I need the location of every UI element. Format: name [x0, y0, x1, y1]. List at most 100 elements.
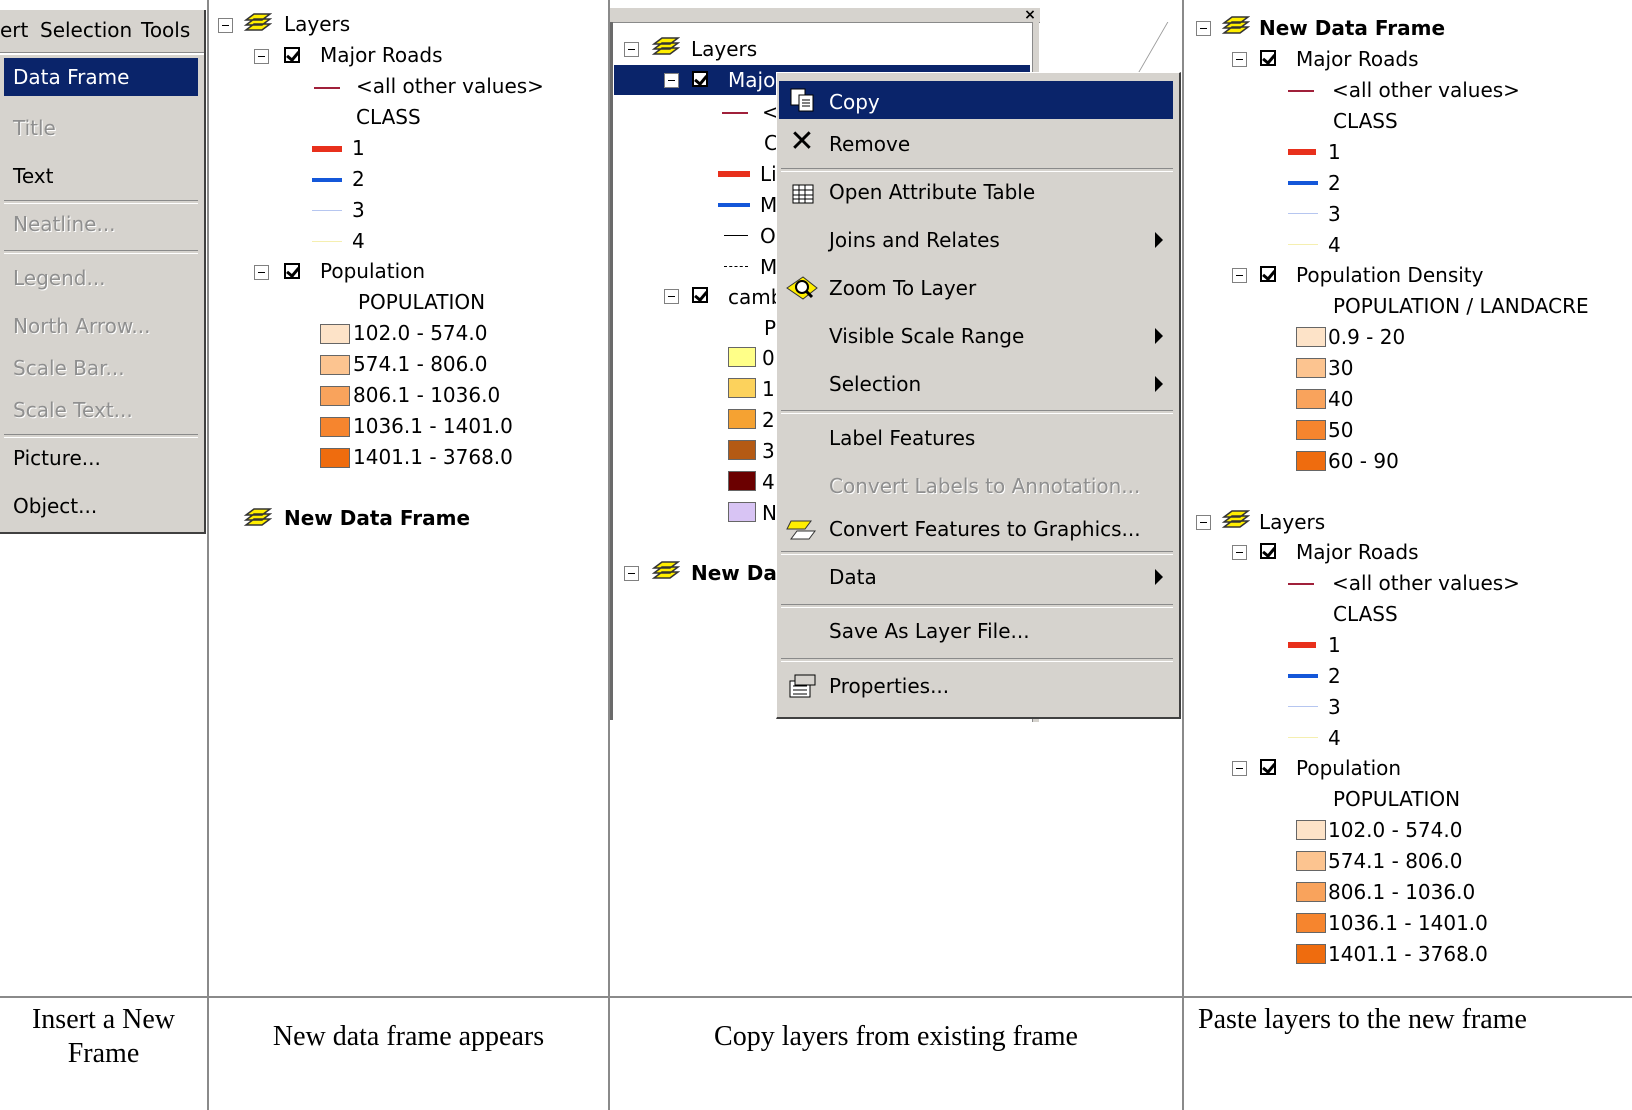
other-values-label: <all other values>	[356, 74, 544, 98]
range-label: 1036.1 - 1401.0	[1328, 911, 1488, 935]
convert-graphics-icon	[786, 520, 816, 540]
collapse-toggle[interactable]	[1196, 21, 1211, 36]
range-swatch	[1296, 944, 1326, 964]
menu-item-visible-scale-range[interactable]: Visible Scale Range	[829, 324, 1024, 348]
layer-name: Major Roads	[1296, 540, 1419, 564]
collapse-toggle[interactable]	[1232, 52, 1247, 67]
caption-insert-frame: Insert a New Frame	[31, 1004, 176, 1069]
class-1-line	[1288, 642, 1316, 648]
range-label: 1401.1 - 3768.0	[353, 445, 513, 469]
menu-separator	[4, 200, 198, 204]
class-label: 3	[1328, 202, 1341, 226]
legend-fragment: Li	[760, 162, 777, 186]
range-label: 574.1 - 806.0	[353, 352, 488, 376]
collapse-toggle[interactable]	[254, 49, 269, 64]
collapse-toggle[interactable]	[254, 265, 269, 280]
range-label: 60 - 90	[1328, 449, 1399, 473]
menu-item-north-arrow: North Arrow...	[13, 314, 151, 338]
menu-item-joins-relates[interactable]: Joins and Relates	[829, 228, 1000, 252]
road-line-blue	[718, 203, 750, 207]
class-label: 4	[1328, 233, 1341, 257]
menubar-insert[interactable]: ert	[0, 18, 28, 42]
layer-visibility-checkbox[interactable]	[284, 47, 300, 63]
class-label: 4	[352, 229, 365, 253]
class-4-line	[1288, 737, 1318, 738]
panel-new-frame: Layers Major Roads <all other values> CL…	[210, 0, 608, 996]
menubar-selection[interactable]: Selection	[40, 18, 132, 42]
other-values-line	[1288, 583, 1314, 585]
close-icon[interactable]: ×	[1020, 8, 1040, 22]
frame-name: Layers	[691, 37, 758, 61]
class-2-line	[1288, 674, 1318, 678]
menu-separator	[781, 604, 1173, 608]
submenu-arrow-icon	[1155, 232, 1163, 248]
legend-fragment: 1	[762, 377, 775, 401]
menu-item-data[interactable]: Data	[829, 565, 877, 589]
menu-item-object[interactable]: Object...	[13, 494, 97, 518]
layer-name: Major Roads	[320, 43, 443, 67]
layer-visibility-checkbox[interactable]	[1260, 759, 1276, 775]
layer-visibility-checkbox[interactable]	[284, 263, 300, 279]
menu-item-save-layer-file[interactable]: Save As Layer File...	[829, 619, 1030, 643]
layer-visibility-checkbox[interactable]	[692, 287, 708, 303]
menubar-tools[interactable]: Tools	[141, 18, 190, 42]
collapse-toggle[interactable]	[1196, 515, 1211, 530]
window-titlebar	[610, 8, 1040, 23]
collapse-toggle[interactable]	[624, 566, 639, 581]
class-3-line	[1288, 706, 1318, 707]
menu-item-zoom-to-layer[interactable]: Zoom To Layer	[829, 276, 976, 300]
row-divider	[0, 996, 1632, 998]
menu-item-label-features[interactable]: Label Features	[829, 426, 975, 450]
range-swatch	[1296, 913, 1326, 933]
menu-item-picture[interactable]: Picture...	[13, 446, 101, 470]
frame-name: Layers	[284, 12, 351, 36]
menu-item-data-frame[interactable]: Data Frame	[4, 58, 198, 96]
caption-copy-layers: Copy layers from existing frame	[714, 1021, 1078, 1052]
other-values-line	[722, 112, 748, 114]
collapse-toggle[interactable]	[1232, 761, 1247, 776]
legend-fragment: M	[760, 255, 778, 279]
menu-item-open-attribute-table[interactable]: Open Attribute Table	[829, 180, 1035, 204]
column-divider	[1182, 0, 1184, 1110]
panel-insert-menu: ert Selection Tools Data Frame Title Tex…	[0, 0, 208, 996]
field-label: POPULATION / LANDACRE	[1333, 294, 1589, 318]
menu-item-text[interactable]: Text	[13, 164, 53, 188]
layer-visibility-checkbox[interactable]	[692, 71, 708, 87]
layers-icon	[1221, 510, 1250, 528]
legend-fragment: O	[760, 224, 776, 248]
range-swatch	[1296, 451, 1326, 471]
collapse-toggle[interactable]	[1232, 545, 1247, 560]
panel-paste-layers: New Data Frame Major Roads <all other va…	[1184, 0, 1632, 996]
caption-paste-layers: Paste layers to the new frame	[1198, 1004, 1527, 1035]
menu-separator	[781, 658, 1173, 662]
layer-context-menu: Copy ✕ Remove Open Attribute Table Joins…	[776, 72, 1181, 719]
menu-item-selection[interactable]: Selection	[829, 372, 921, 396]
submenu-arrow-icon	[1155, 328, 1163, 344]
column-divider	[608, 0, 610, 1110]
layer-visibility-checkbox[interactable]	[1260, 50, 1276, 66]
collapse-toggle[interactable]	[1232, 268, 1247, 283]
layer-name: Population	[320, 259, 426, 283]
legend-fragment: 3	[762, 439, 775, 463]
collapse-toggle[interactable]	[664, 73, 679, 88]
legend-fragment: M	[760, 193, 778, 217]
collapse-toggle[interactable]	[218, 18, 233, 33]
range-swatch	[320, 355, 350, 375]
submenu-arrow-icon	[1155, 569, 1163, 585]
collapse-toggle[interactable]	[664, 289, 679, 304]
layer-visibility-checkbox[interactable]	[1260, 543, 1276, 559]
class-4-line	[1288, 244, 1318, 245]
range-swatch	[1296, 851, 1326, 871]
menu-item-convert-features[interactable]: Convert Features to Graphics...	[829, 517, 1141, 541]
range-label: 806.1 - 1036.0	[1328, 880, 1476, 904]
range-swatch	[1296, 327, 1326, 347]
field-label: POPULATION	[1333, 787, 1461, 811]
other-values-line	[314, 87, 340, 89]
menu-item-properties[interactable]: Properties...	[829, 674, 949, 698]
collapse-toggle[interactable]	[624, 42, 639, 57]
range-label: 806.1 - 1036.0	[353, 383, 501, 407]
legend-fragment: N	[762, 501, 777, 525]
layer-visibility-checkbox[interactable]	[1260, 266, 1276, 282]
menu-item-remove[interactable]: Remove	[829, 132, 910, 156]
class-3-line	[1288, 213, 1318, 214]
